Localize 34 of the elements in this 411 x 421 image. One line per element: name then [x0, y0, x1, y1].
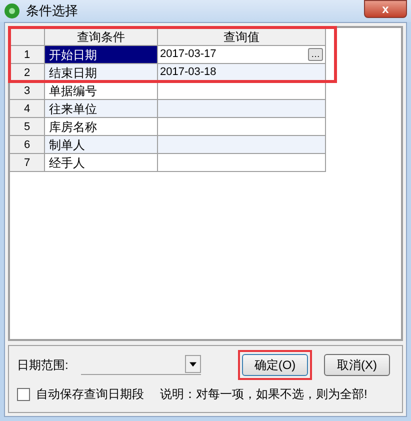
condition-cell[interactable]: 制单人 [45, 136, 158, 154]
close-button[interactable]: x [364, 0, 407, 18]
row-number: 3 [10, 82, 45, 100]
auto-save-checkbox[interactable] [17, 388, 30, 400]
app-icon [4, 3, 20, 19]
dialog-button[interactable]: 确定(O) [242, 354, 308, 376]
note-text: 说明：对每一项，如果不选，则为全部! [160, 386, 368, 403]
auto-save-label: 自动保存查询日期段 [36, 386, 144, 403]
column-header[interactable]: 查询条件 [45, 28, 158, 46]
column-header[interactable]: 查询值 [158, 28, 326, 46]
date-value: 2017-03-17 [160, 47, 216, 62]
value-cell[interactable]: 2017-03-17 … [158, 46, 326, 64]
row-number: 5 [10, 118, 45, 136]
value-cell[interactable] [158, 136, 326, 154]
value-cell[interactable] [158, 82, 326, 100]
row-number: 6 [10, 136, 45, 154]
date-range-dropdown[interactable] [81, 355, 201, 375]
corner-cell [10, 28, 45, 46]
condition-cell[interactable]: 开始日期 [45, 46, 158, 64]
condition-cell[interactable]: 单据编号 [45, 82, 158, 100]
value-cell[interactable] [158, 100, 326, 118]
value-cell[interactable] [158, 154, 326, 172]
condition-cell[interactable]: 经手人 [45, 154, 158, 172]
value-cell[interactable] [158, 118, 326, 136]
date-value: 2017-03-18 [160, 65, 216, 80]
row-number: 1 [10, 46, 45, 64]
ellipsis-button[interactable]: … [308, 48, 323, 61]
condition-cell[interactable]: 库房名称 [45, 118, 158, 136]
dialog-button[interactable]: 取消(X) [324, 354, 390, 376]
condition-cell[interactable]: 往来单位 [45, 100, 158, 118]
row-number: 7 [10, 154, 45, 172]
row-number: 4 [10, 100, 45, 118]
date-range-label: 日期范围: [17, 357, 70, 374]
window-title: 条件选择 [26, 2, 78, 20]
